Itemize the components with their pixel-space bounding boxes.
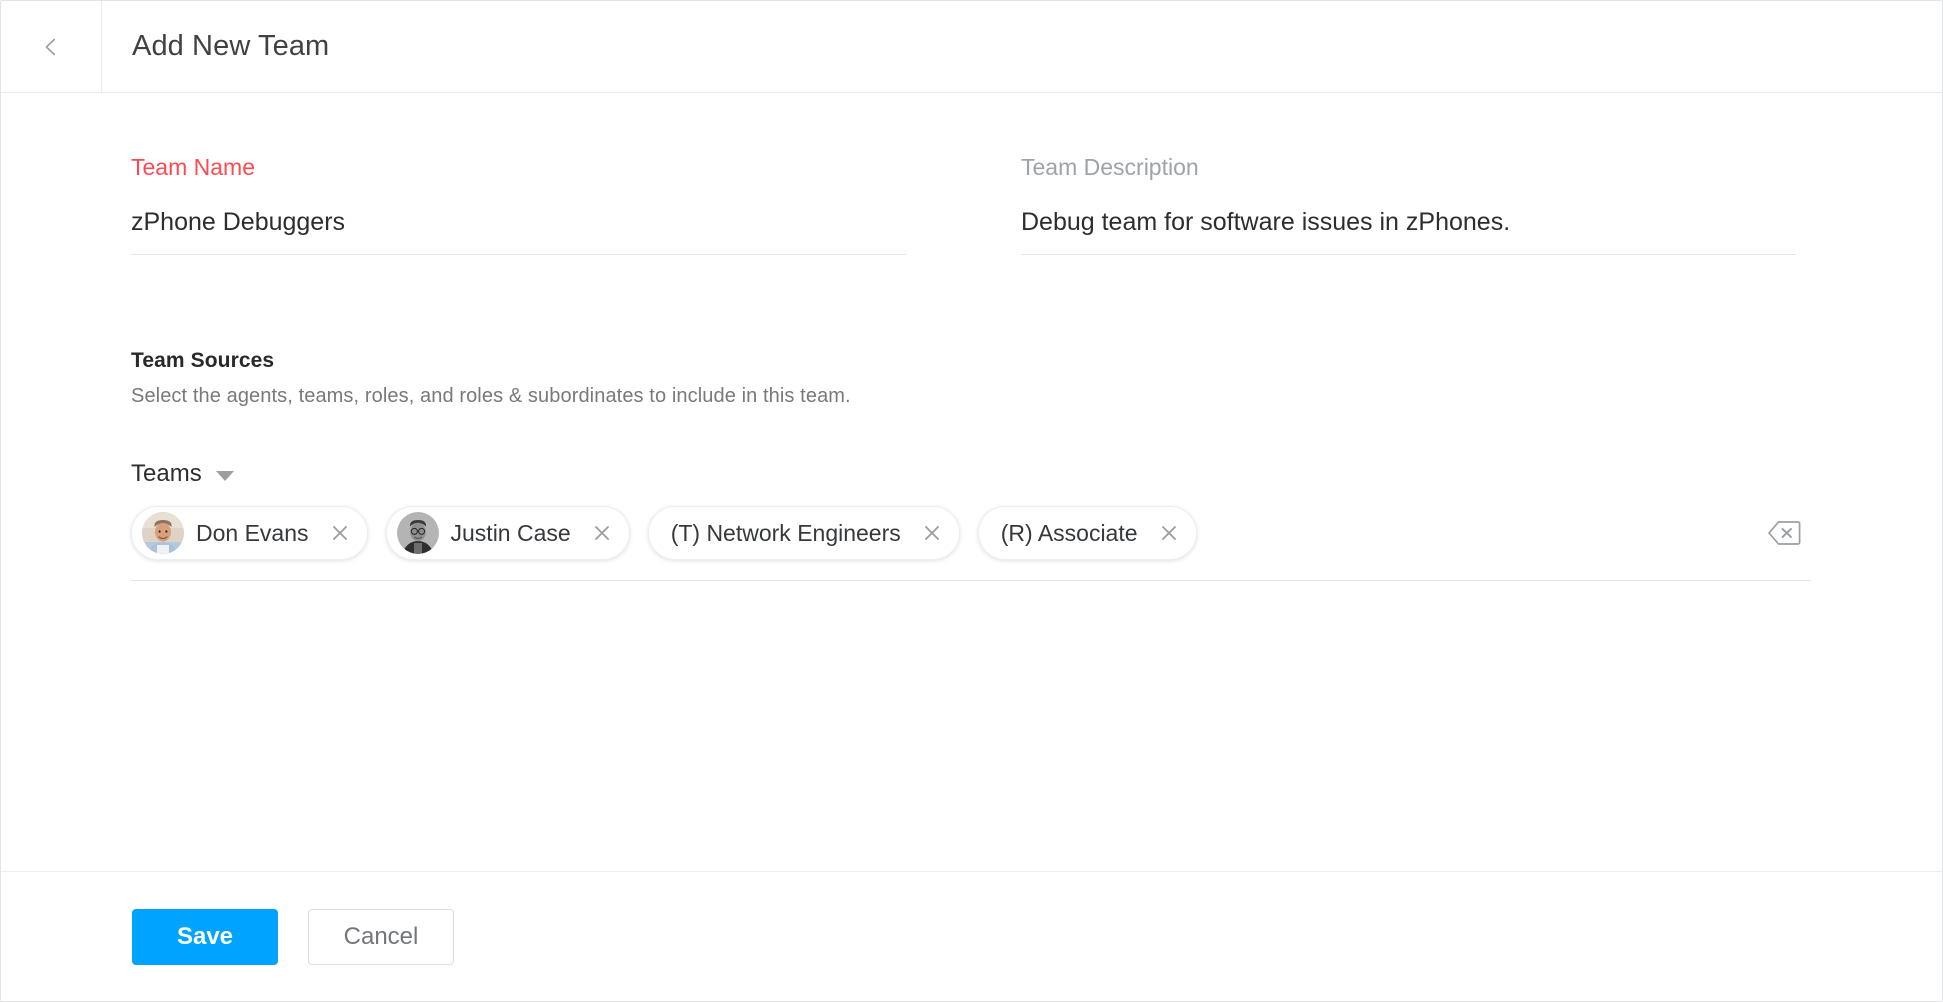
panel-header: Add New Team bbox=[1, 1, 1942, 93]
team-description-label: Team Description bbox=[1021, 153, 1796, 181]
team-name-input[interactable]: zPhone Debuggers bbox=[131, 206, 906, 255]
chevron-down-icon bbox=[216, 471, 234, 481]
chip-label: (T) Network Engineers bbox=[671, 520, 907, 547]
panel-footer: Save Cancel bbox=[1, 871, 1942, 1001]
team-description-input[interactable]: Debug team for software issues in zPhone… bbox=[1021, 206, 1796, 255]
source-type-label: Teams bbox=[131, 460, 202, 488]
team-name-label: Team Name bbox=[131, 153, 906, 181]
backspace-delete-icon[interactable] bbox=[1767, 520, 1801, 546]
avatar bbox=[142, 512, 184, 554]
team-description-field-group: Team Description Debug team for software… bbox=[1021, 153, 1796, 255]
form-fields-row: Team Name zPhone Debuggers Team Descript… bbox=[1, 93, 1942, 255]
chip-label: Justin Case bbox=[451, 520, 577, 547]
chips-container: Don Evans bbox=[131, 506, 1767, 560]
team-sources-section: Team Sources Select the agents, teams, r… bbox=[131, 349, 1811, 581]
avatar bbox=[397, 512, 439, 554]
chip-associate[interactable]: (R) Associate bbox=[978, 506, 1197, 560]
chip-justin-case[interactable]: Justin Case bbox=[386, 506, 630, 560]
team-sources-subtitle: Select the agents, teams, roles, and rol… bbox=[131, 385, 1811, 408]
team-sources-title: Team Sources bbox=[131, 349, 1811, 373]
close-icon[interactable] bbox=[585, 516, 619, 550]
add-new-team-panel: Add New Team Team Name zPhone Debuggers … bbox=[0, 0, 1943, 1002]
chip-label: (R) Associate bbox=[1001, 520, 1144, 547]
close-icon[interactable] bbox=[323, 516, 357, 550]
chip-network-engineers[interactable]: (T) Network Engineers bbox=[648, 506, 960, 560]
team-name-field-group: Team Name zPhone Debuggers bbox=[131, 153, 906, 255]
back-button[interactable] bbox=[1, 1, 102, 92]
team-sources-chips-field[interactable]: Don Evans bbox=[131, 506, 1811, 581]
cancel-button[interactable]: Cancel bbox=[308, 909, 454, 965]
source-type-dropdown[interactable]: Teams bbox=[131, 460, 234, 488]
page-title-wrap: Add New Team bbox=[102, 1, 329, 92]
panel-body: Team Name zPhone Debuggers Team Descript… bbox=[1, 93, 1942, 871]
chip-don-evans[interactable]: Don Evans bbox=[131, 506, 368, 560]
page-title: Add New Team bbox=[132, 30, 329, 63]
close-icon[interactable] bbox=[915, 516, 949, 550]
chevron-left-icon bbox=[41, 37, 61, 57]
close-icon[interactable] bbox=[1152, 516, 1186, 550]
chip-label: Don Evans bbox=[196, 520, 315, 547]
save-button[interactable]: Save bbox=[132, 909, 278, 965]
